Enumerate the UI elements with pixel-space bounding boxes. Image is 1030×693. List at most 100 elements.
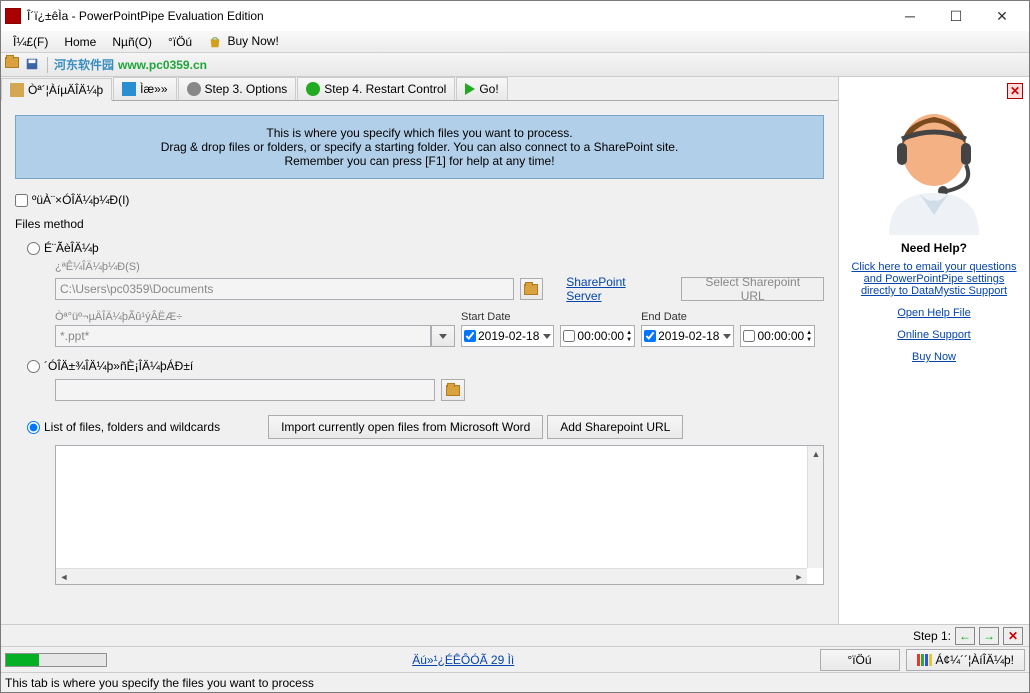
help-button[interactable]: °ïÖú [820, 649, 900, 671]
menu-other[interactable]: °ïÖú [160, 33, 200, 51]
minimize-button[interactable]: ─ [887, 1, 933, 31]
radio-from-textfile[interactable] [27, 360, 40, 373]
radio-from-textfile-label: ´ÓÎÄ±¾ÎÄ¼þ»ñÈ¡ÎÄ¼þÁÐ±í [44, 359, 193, 373]
end-date-label: End Date [641, 311, 734, 323]
end-time-picker[interactable]: 00:00:00 ▲▼ [740, 325, 815, 347]
gear-icon [187, 82, 201, 96]
tab-options-label: Step 3. Options [205, 82, 288, 96]
banner-line1: This is where you specify which files yo… [28, 126, 811, 140]
menu-no[interactable]: Nµñ(O) [104, 33, 160, 51]
radio-scan-folder[interactable] [27, 242, 40, 255]
step-tabs: Òª´¦ÀíµÄÎÄ¼þ Ìæ»» Step 3. Options Step 4… [1, 77, 838, 101]
start-time-value: 00:00:00 [577, 329, 624, 343]
help-open-file-link[interactable]: Open Help File [897, 307, 970, 319]
play-icon [465, 83, 475, 95]
refresh-icon [306, 82, 320, 96]
select-sharepoint-button[interactable]: Select Sharepoint URL [681, 277, 824, 301]
filter-dropdown-button[interactable] [431, 325, 455, 347]
filter-label: Òª°üº¬µÄÎÄ¼þÃû¹ýÂËÆ÷ [55, 311, 455, 323]
end-time-enable-checkbox[interactable] [743, 330, 755, 342]
start-folder-input[interactable] [55, 278, 514, 300]
start-time-enable-checkbox[interactable] [563, 330, 575, 342]
palette-icon [917, 654, 932, 666]
chevron-down-icon [723, 334, 731, 339]
shopping-bag-icon [208, 35, 222, 49]
horizontal-scrollbar[interactable]: ◄► [56, 568, 807, 584]
menu-home[interactable]: Home [56, 33, 104, 51]
help-email-link[interactable]: Click here to email your questions and P… [845, 261, 1023, 297]
start-date-label: Start Date [461, 311, 554, 323]
help-buy-now-link[interactable]: Buy Now [912, 351, 956, 363]
brand-url: www.pc0359.cn [118, 58, 207, 72]
help-panel-close-button[interactable]: ✕ [1007, 83, 1023, 99]
tab-replace[interactable]: Ìæ»» [113, 77, 176, 100]
menubar: Î¼£(F) Home Nµñ(O) °ïÖú Buy Now! [1, 31, 1029, 53]
save-icon[interactable] [25, 57, 41, 73]
help-online-support-link[interactable]: Online Support [897, 329, 970, 341]
brand-watermark: 河东软件园 [54, 56, 114, 73]
statusbar-text: This tab is where you specify the files … [5, 676, 314, 690]
tab-files-label: Òª´¦ÀíµÄÎÄ¼þ [28, 83, 103, 97]
folder-open-icon[interactable] [5, 57, 21, 73]
banner-line2: Drag & drop files or folders, or specify… [28, 140, 811, 154]
window-title: Î´ï¿±êÌa - PowerPointPipe Evaluation Edi… [27, 9, 887, 23]
end-date-enable-checkbox[interactable] [644, 330, 656, 342]
app-icon [5, 8, 21, 24]
menu-file[interactable]: Î¼£(F) [5, 33, 56, 51]
edit-icon [122, 82, 136, 96]
start-date-value: 2019-02-18 [478, 329, 539, 343]
tab-options[interactable]: Step 3. Options [178, 77, 297, 100]
add-sharepoint-url-button[interactable]: Add Sharepoint URL [547, 415, 683, 439]
maximize-button[interactable]: ☐ [933, 1, 979, 31]
radio-scan-folder-label: É¨ÃèÎÄ¼þ [44, 241, 99, 255]
process-now-button[interactable]: Á¢¼´´¦ÀíÎÄ¼þ! [906, 649, 1026, 671]
tab-files[interactable]: Òª´¦ÀíµÄÎÄ¼þ [1, 78, 112, 101]
filter-input[interactable] [55, 325, 431, 347]
support-avatar-icon [869, 95, 999, 235]
textfile-path-input[interactable] [55, 379, 435, 401]
step-cancel-button[interactable]: ✕ [1003, 627, 1023, 645]
tab-restart-label: Step 4. Restart Control [324, 82, 446, 96]
window-titlebar: Î´ï¿±êÌa - PowerPointPipe Evaluation Edi… [1, 1, 1029, 31]
close-button[interactable]: ✕ [979, 1, 1025, 31]
chevron-down-icon [439, 334, 447, 339]
banner-line3: Remember you can press [F1] for help at … [28, 154, 811, 168]
start-time-picker[interactable]: 00:00:00 ▲▼ [560, 325, 635, 347]
folder-icon [446, 385, 460, 396]
sharepoint-link[interactable]: SharePoint Server [566, 275, 660, 303]
radio-list-of-files[interactable] [27, 421, 40, 434]
radio-list-of-files-label: List of files, folders and wildcards [44, 420, 220, 434]
start-date-picker[interactable]: 2019-02-18 [461, 325, 554, 347]
folder-icon [10, 83, 24, 97]
vertical-scrollbar[interactable]: ▲ [807, 446, 823, 568]
folder-icon [524, 284, 538, 295]
progress-row: Äú»¹¿ÉÊÔÓÃ 29 Ìì °ïÖú Á¢¼´´¦ÀíÎÄ¼þ! [1, 646, 1029, 672]
menu-buy-now[interactable]: Buy Now! [200, 32, 287, 51]
statusbar: This tab is where you specify the files … [1, 672, 1029, 692]
include-subfolders-label: ºüÀ¨×ÓÎÄ¼þ¼Ð(I) [32, 193, 129, 207]
include-subfolders-checkbox[interactable] [15, 194, 28, 207]
tab-restart[interactable]: Step 4. Restart Control [297, 77, 455, 100]
tab-go[interactable]: Go! [456, 77, 507, 100]
start-date-enable-checkbox[interactable] [464, 330, 476, 342]
start-folder-label: ¿ªÊ¼ÎÄ¼þ¼Ð(S) [55, 261, 824, 273]
step-prev-button[interactable]: ← [955, 627, 975, 645]
tab-go-label: Go! [479, 82, 498, 96]
main-area: Òª´¦ÀíµÄÎÄ¼þ Ìæ»» Step 3. Options Step 4… [1, 77, 839, 624]
step-indicator: Step 1: [913, 629, 951, 643]
help-title: Need Help? [901, 241, 967, 255]
end-date-picker[interactable]: 2019-02-18 [641, 325, 734, 347]
menu-buy-label: Buy Now! [227, 34, 278, 48]
trial-days-link[interactable]: Äú»¹¿ÉÊÔÓÃ 29 Ìì [412, 653, 514, 667]
process-now-label: Á¢¼´´¦ÀíÎÄ¼þ! [936, 653, 1015, 667]
help-panel: ✕ Need Help? Click here to email your qu… [839, 77, 1029, 624]
browse-textfile-button[interactable] [441, 379, 465, 401]
files-method-label: Files method [15, 217, 824, 231]
end-date-value: 2019-02-18 [658, 329, 719, 343]
chevron-down-icon [543, 334, 551, 339]
step-next-button[interactable]: → [979, 627, 999, 645]
import-open-files-button[interactable]: Import currently open files from Microso… [268, 415, 543, 439]
browse-folder-button[interactable] [520, 278, 543, 300]
files-list-box[interactable]: ▲ ◄► [55, 445, 824, 585]
step-nav-bar: Step 1: ← → ✕ [1, 624, 1029, 646]
